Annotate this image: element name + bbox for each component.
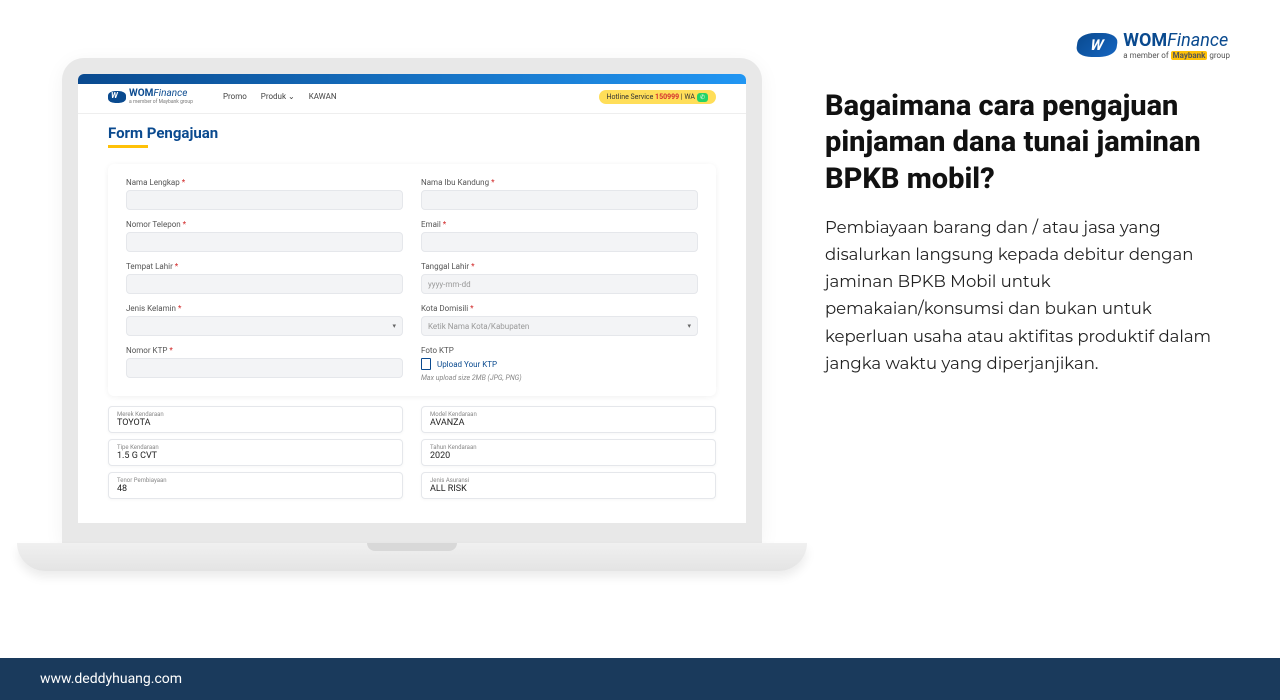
upload-ktp-button[interactable]: Upload Your KTP	[421, 358, 698, 370]
field-tipe[interactable]: Tipe Kendaraan1.5 G CVT	[108, 439, 403, 466]
email-input[interactable]	[421, 232, 698, 252]
brand-tagline: a member of Maybank group	[1123, 51, 1230, 60]
ktp-input[interactable]	[126, 358, 403, 378]
app-logo-mark-icon	[108, 91, 126, 103]
whatsapp-icon: ✆	[697, 93, 708, 102]
telepon-input[interactable]	[126, 232, 403, 252]
kota-select[interactable]: Ketik Nama Kota/Kabupaten▾	[421, 316, 698, 336]
chevron-down-icon: ▾	[687, 322, 691, 330]
field-asuransi[interactable]: Jenis AsuransiALL RISK	[421, 472, 716, 499]
brand-logo: WOMFinance a member of Maybank group	[1077, 30, 1230, 60]
field-jenis-kelamin: Jenis Kelamin * ▾	[126, 304, 403, 336]
nav-item-kawan[interactable]: KAWAN	[309, 92, 337, 101]
field-foto-ktp: Foto KTP Upload Your KTP Max upload size…	[421, 346, 698, 382]
app-logo: WOMFinance a member of Maybank group	[108, 88, 193, 105]
nav-menu: Promo Produk ⌄ KAWAN	[223, 92, 337, 101]
laptop-base	[17, 543, 807, 571]
form-title: Form Pengajuan	[78, 114, 248, 146]
upload-hint: Max upload size 2MB (JPG, PNG)	[421, 374, 698, 382]
article-block: Bagaimana cara pengajuan pinjaman dana t…	[825, 88, 1230, 378]
chevron-down-icon: ▾	[392, 322, 396, 330]
document-icon	[421, 358, 431, 370]
field-merek[interactable]: Merek KendaraanTOYOTA	[108, 406, 403, 433]
app-navbar: WOMFinance a member of Maybank group Pro…	[78, 84, 746, 114]
brand-name: WOMFinance	[1123, 30, 1230, 51]
field-nama-lengkap: Nama Lengkap *	[126, 178, 403, 210]
nav-item-promo[interactable]: Promo	[223, 92, 247, 101]
field-tahun[interactable]: Tahun Kendaraan2020	[421, 439, 716, 466]
field-tanggal-lahir: Tanggal Lahir * yyyy-mm-dd	[421, 262, 698, 294]
jenis-kelamin-select[interactable]: ▾	[126, 316, 403, 336]
hotline-badge[interactable]: Hotline Service 150999 | WA✆	[599, 90, 716, 104]
laptop-mockup: WOMFinance a member of Maybank group Pro…	[62, 58, 807, 571]
tempat-lahir-input[interactable]	[126, 274, 403, 294]
article-title: Bagaimana cara pengajuan pinjaman dana t…	[825, 88, 1230, 197]
app-screenshot: WOMFinance a member of Maybank group Pro…	[78, 74, 746, 523]
article-body: Pembiayaan barang dan / atau jasa yang d…	[825, 215, 1230, 378]
field-tempat-lahir: Tempat Lahir *	[126, 262, 403, 294]
field-email: Email *	[421, 220, 698, 252]
field-ktp: Nomor KTP *	[126, 346, 403, 382]
field-telepon: Nomor Telepon *	[126, 220, 403, 252]
footer-url: www.deddyhuang.com	[40, 671, 182, 687]
field-model[interactable]: Model KendaraanAVANZA	[421, 406, 716, 433]
nama-lengkap-input[interactable]	[126, 190, 403, 210]
form-card: Nama Lengkap * Nama Ibu Kandung * Nomor …	[108, 164, 716, 396]
tanggal-lahir-input[interactable]: yyyy-mm-dd	[421, 274, 698, 294]
field-tenor[interactable]: Tenor Pembiayaan48	[108, 472, 403, 499]
logo-mark-icon	[1076, 33, 1119, 57]
nav-item-produk[interactable]: Produk ⌄	[261, 92, 295, 101]
field-nama-ibu: Nama Ibu Kandung *	[421, 178, 698, 210]
vehicle-details: Merek KendaraanTOYOTA Model KendaraanAVA…	[108, 406, 716, 499]
field-kota: Kota Domisili * Ketik Nama Kota/Kabupate…	[421, 304, 698, 336]
footer-bar: www.deddyhuang.com	[0, 658, 1280, 700]
nama-ibu-input[interactable]	[421, 190, 698, 210]
